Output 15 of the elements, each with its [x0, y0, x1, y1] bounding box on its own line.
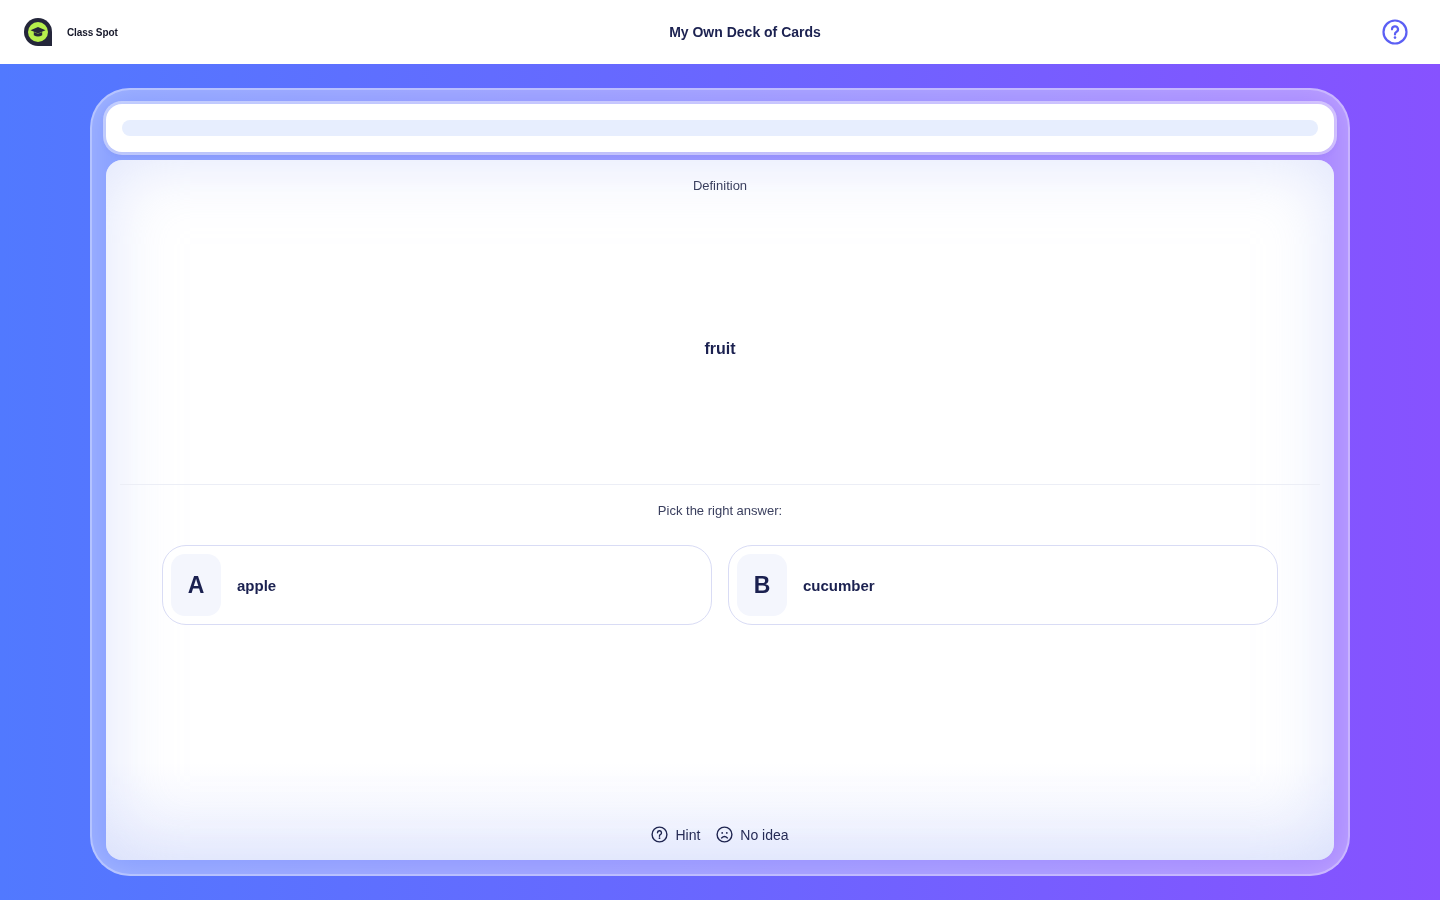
option-letter: B — [737, 554, 787, 616]
answer-option[interactable]: A apple — [162, 545, 712, 625]
answer-option[interactable]: B cucumber — [728, 545, 1278, 625]
prompt-term: fruit — [704, 339, 736, 358]
help-icon[interactable] — [1382, 19, 1408, 45]
deck-title: My Own Deck of Cards — [669, 24, 821, 40]
brand-name: Class Spot — [67, 26, 118, 38]
option-letter: A — [171, 554, 221, 616]
prompt-label: Definition — [692, 178, 748, 193]
graduation-cap-logo-icon — [24, 18, 52, 46]
give-up-button[interactable]: No idea — [716, 826, 789, 843]
help-icon — [651, 826, 669, 843]
sad-face-icon — [716, 826, 734, 843]
hint-button[interactable]: Hint — [651, 826, 701, 843]
instruction-text: Pick the right answer: — [657, 503, 783, 518]
